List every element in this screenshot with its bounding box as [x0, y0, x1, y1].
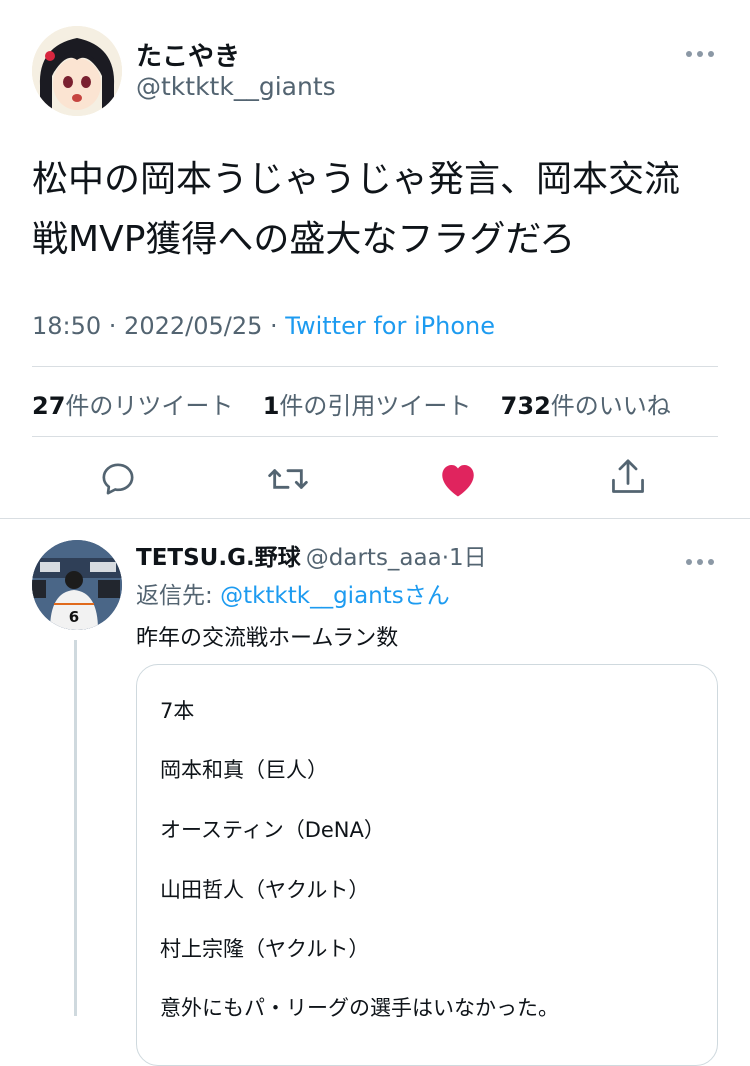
card-line: 7本: [160, 699, 195, 723]
reply-to-user-link[interactable]: @tktktk__giants: [220, 583, 404, 609]
anime-girl-avatar-icon: [32, 26, 122, 116]
reply-author-handle[interactable]: @darts_aaa: [306, 545, 442, 571]
reply-icon: [102, 463, 134, 495]
retweets-stat[interactable]: 27件のリツイート: [32, 392, 233, 420]
reply-author-name[interactable]: TETSU.G.野球: [136, 545, 301, 571]
reply-to: 返信先: @tktktk__giantsさん: [136, 583, 450, 609]
reply-header: TETSU.G.野球 @darts_aaa·1日: [136, 538, 487, 572]
reply-author-avatar[interactable]: 6: [32, 540, 122, 630]
reply-attached-card[interactable]: 7本 岡本和真（巨人） オースティン（DeNA） 山田哲人（ヤクルト） 村上宗隆…: [136, 664, 718, 1066]
thread-line: [74, 640, 77, 1016]
tweet-timestamp[interactable]: 18:50 · 2022/05/25 ·: [32, 312, 285, 340]
more-icon[interactable]: [684, 38, 716, 66]
author-avatar[interactable]: [32, 26, 122, 116]
reply-time[interactable]: ·1日: [442, 545, 487, 571]
divider: [32, 366, 718, 367]
tweet-stats: 27件のリツイート 1件の引用ツイート 732件のいいね: [32, 386, 671, 421]
card-line: 山田哲人（ヤクルト）: [160, 878, 370, 902]
quotes-stat[interactable]: 1件の引用ツイート: [263, 392, 472, 420]
tweet-text-line-2: 戦MVP獲得への盛大なフラグだろ: [32, 219, 576, 260]
card-line: 意外にもパ・リーグの選手はいなかった。: [160, 996, 559, 1020]
retweet-icon: [268, 469, 308, 489]
share-icon: [612, 459, 644, 493]
author-display-name[interactable]: たこやき: [136, 36, 240, 73]
reply-text: 昨年の交流戦ホームラン数: [136, 626, 399, 651]
divider: [32, 436, 718, 437]
card-line: オースティン（DeNA）: [160, 818, 385, 842]
like-button[interactable]: [433, 454, 483, 504]
tweet-text-line-1: 松中の岡本うじゃうじゃ発言、岡本交流: [32, 159, 681, 200]
tweet-source-link[interactable]: Twitter for iPhone: [285, 312, 495, 340]
tweet-meta: 18:50 · 2022/05/25 · Twitter for iPhone: [32, 312, 495, 340]
like-icon: [442, 465, 474, 497]
svg-text:6: 6: [69, 608, 79, 626]
reply-more-icon[interactable]: [684, 546, 716, 574]
baseball-player-avatar-icon: 6: [32, 540, 122, 630]
card-line: 岡本和真（巨人）: [160, 758, 328, 782]
share-button[interactable]: [603, 452, 653, 502]
card-line: 村上宗隆（ヤクルト）: [160, 937, 370, 961]
divider: [0, 518, 750, 519]
likes-stat[interactable]: 732件のいいね: [501, 392, 671, 420]
tweet-text: 松中の岡本うじゃうじゃ発言、岡本交流 戦MVP獲得への盛大なフラグだろ: [32, 150, 722, 270]
reply-button[interactable]: [93, 454, 143, 504]
author-handle[interactable]: @tktktk__giants: [136, 72, 336, 101]
retweet-button[interactable]: [263, 454, 313, 504]
